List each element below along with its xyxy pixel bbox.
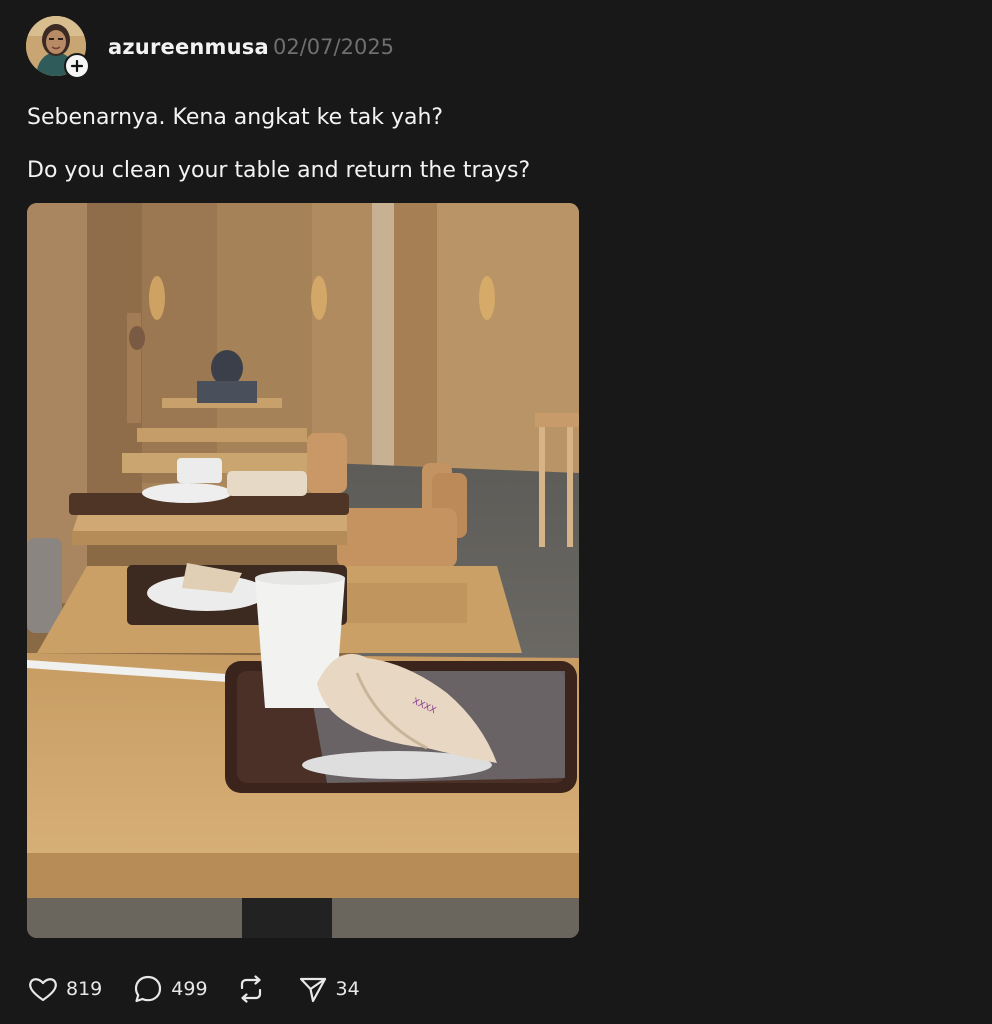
heart-icon xyxy=(29,978,57,1002)
plus-icon xyxy=(70,59,84,73)
restaurant-photo: XXXX xyxy=(27,203,579,938)
username-link[interactable]: azureenmusa xyxy=(108,35,269,59)
post-text-line-2: Do you clean your table and return the t… xyxy=(27,158,531,183)
reply-button[interactable]: 499 xyxy=(132,973,208,1005)
reply-count: 499 xyxy=(171,978,208,1000)
thread-post: azureenmusa 02/07/2025 Sebenarnya. Kena … xyxy=(0,0,992,1024)
post-text-line-1: Sebenarnya. Kena angkat ke tak yah? xyxy=(27,105,444,130)
repost-icon xyxy=(240,975,261,1003)
post-actions: 819 499 34 xyxy=(27,972,360,1006)
repost-button[interactable] xyxy=(235,973,267,1005)
follow-button[interactable] xyxy=(64,53,90,79)
avatar-container[interactable] xyxy=(26,16,90,80)
like-count: 819 xyxy=(66,978,103,1000)
comment-icon xyxy=(135,975,162,1003)
post-image[interactable]: XXXX xyxy=(27,203,579,938)
send-icon xyxy=(299,977,326,1003)
like-button[interactable]: 819 xyxy=(27,973,102,1005)
share-button[interactable]: 34 xyxy=(297,973,360,1005)
post-date[interactable]: 02/07/2025 xyxy=(273,35,394,59)
share-count: 34 xyxy=(335,978,360,1000)
